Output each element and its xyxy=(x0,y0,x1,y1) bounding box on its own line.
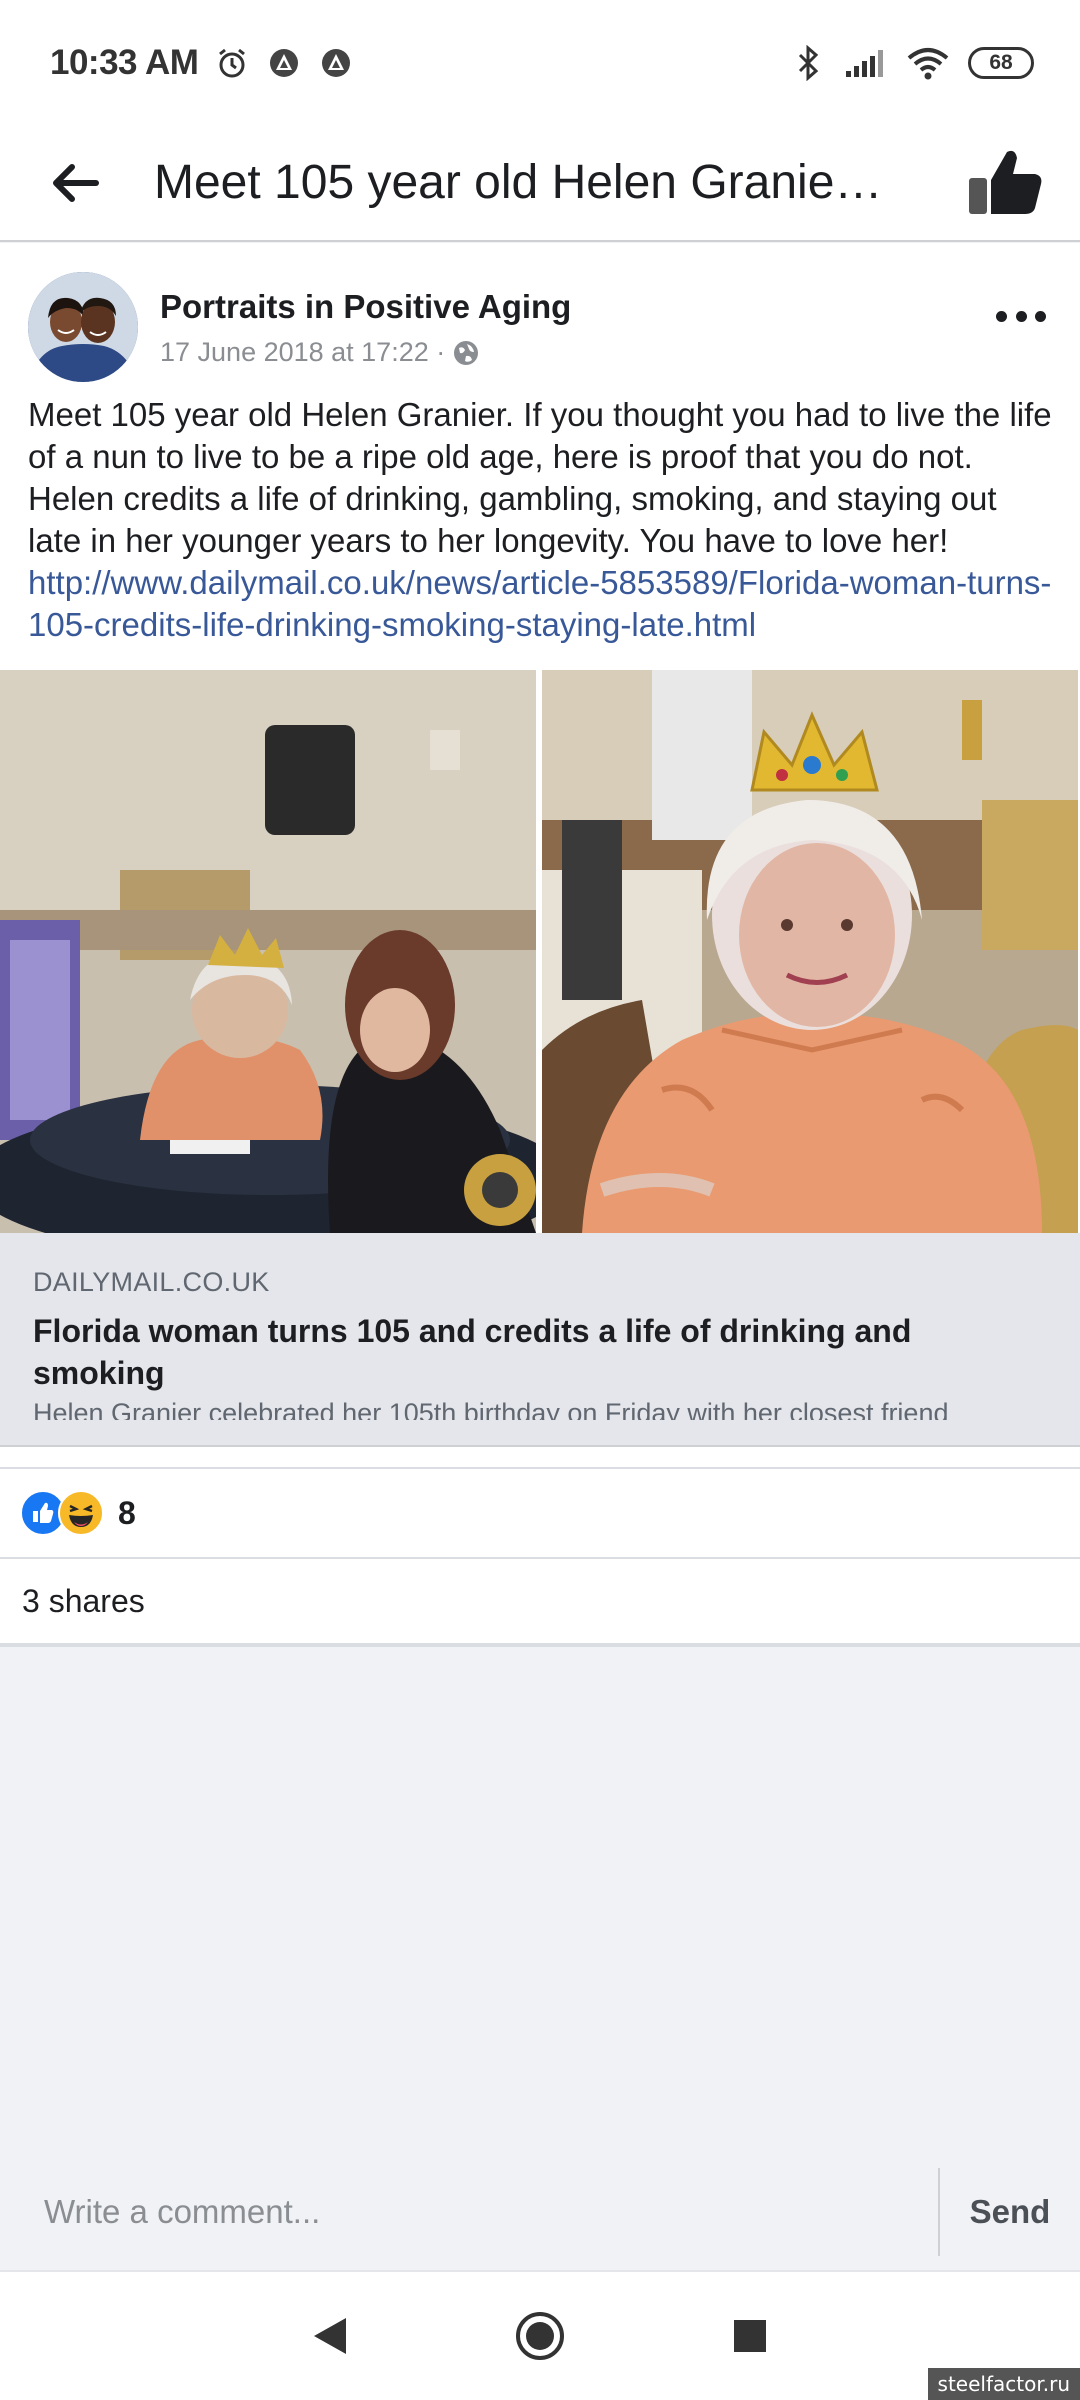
signal-icon xyxy=(844,45,888,81)
comment-input[interactable] xyxy=(0,2153,938,2270)
page-title: Meet 105 year old Helen Granie… xyxy=(154,156,883,209)
reactions-summary[interactable]: 8 xyxy=(0,1469,1080,1559)
send-button[interactable]: Send xyxy=(940,2153,1080,2270)
like-button[interactable] xyxy=(960,137,1050,227)
back-button[interactable] xyxy=(0,124,150,241)
post-author[interactable]: Portraits in Positive Aging xyxy=(160,288,571,326)
globe-icon xyxy=(454,340,479,365)
thumbs-up-icon xyxy=(969,150,1042,214)
post-text: Meet 105 year old Helen Granier. If you … xyxy=(28,396,1052,559)
status-time: 10:33 AM xyxy=(50,42,199,82)
photo-right[interactable] xyxy=(542,670,1080,1233)
post: Portraits in Positive Aging 17 June 2018… xyxy=(0,243,1080,1647)
post-link[interactable]: http://www.dailymail.co.uk/news/article-… xyxy=(28,562,1052,646)
nav-home-button[interactable] xyxy=(510,2306,570,2366)
wifi-icon xyxy=(906,45,950,81)
avatar[interactable] xyxy=(28,272,138,382)
nav-recents-button[interactable] xyxy=(720,2306,780,2366)
divider xyxy=(0,1447,1080,1469)
comment-bar: Send xyxy=(0,2153,1080,2270)
triangle-back-icon xyxy=(314,2318,346,2354)
dot-icon xyxy=(1015,310,1027,322)
dot-icon xyxy=(996,310,1007,322)
link-preview-card[interactable]: DAILYMAIL.CO.UK Florida woman turns 105 … xyxy=(0,1233,1080,1447)
post-media[interactable] xyxy=(0,670,1080,1233)
shares-count[interactable]: 3 shares xyxy=(0,1559,1080,1647)
app-notification-icon xyxy=(318,45,354,81)
link-description: Helen Granier celebrated her 105th birth… xyxy=(33,1398,949,1420)
link-title: Florida woman turns 105 and credits a li… xyxy=(33,1313,912,1391)
circle-home-icon xyxy=(516,2312,564,2360)
post-body: Meet 105 year old Helen Granier. If you … xyxy=(0,388,1080,646)
bluetooth-icon xyxy=(790,44,826,81)
link-domain: DAILYMAIL.CO.UK xyxy=(33,1267,270,1297)
dot-icon xyxy=(1035,310,1046,322)
square-recents-icon xyxy=(734,2320,766,2352)
more-options-button[interactable] xyxy=(996,301,1046,331)
alarm-icon xyxy=(214,45,250,81)
battery-indicator: 68 xyxy=(968,46,1034,79)
reaction-count: 8 xyxy=(118,1494,136,1531)
post-timestamp[interactable]: 17 June 2018 at 17:22 · xyxy=(160,337,445,368)
haha-reaction-icon xyxy=(58,1490,104,1536)
app-bar: Meet 105 year old Helen Granie… xyxy=(0,125,1080,242)
system-nav-bar xyxy=(0,2270,1080,2400)
post-meta: 17 June 2018 at 17:22 · xyxy=(160,337,479,368)
arrow-left-icon xyxy=(53,163,99,202)
app-notification-icon xyxy=(266,45,302,81)
post-header: Portraits in Positive Aging 17 June 2018… xyxy=(0,243,1080,388)
status-bar: 10:33 AM 68 xyxy=(0,0,1080,125)
watermark: steelfactor.ru xyxy=(927,2368,1080,2400)
nav-back-button[interactable] xyxy=(300,2306,360,2366)
photo-left[interactable] xyxy=(0,670,538,1233)
